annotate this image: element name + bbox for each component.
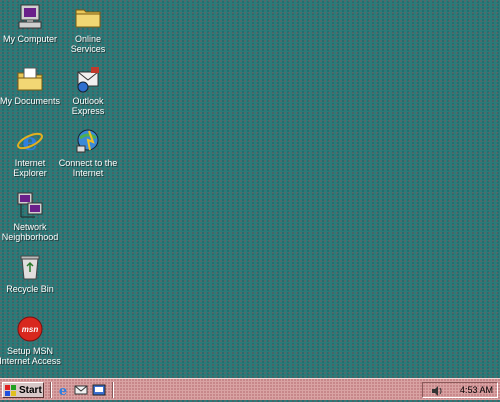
desktop-icon-label: My Documents: [0, 96, 61, 106]
desktop-icon-recycle-bin[interactable]: Recycle Bin: [0, 252, 61, 294]
desktop-icon-label: Connect to the Internet: [58, 158, 118, 178]
svg-text:e: e: [59, 384, 67, 397]
outlook-express-icon: [73, 64, 103, 94]
quicklaunch-show-desktop-icon[interactable]: [92, 383, 106, 397]
desktop-icon-label: Recycle Bin: [6, 284, 54, 294]
desktop-icon-connect-internet[interactable]: Connect to the Internet: [57, 126, 119, 178]
computer-icon: [15, 2, 45, 32]
clock[interactable]: 4:53 AM: [460, 385, 493, 395]
recycle-bin-icon: [15, 252, 45, 282]
desktop: My Computer Online Services My Documents: [0, 0, 500, 378]
quicklaunch-internet-explorer-icon[interactable]: e: [56, 383, 70, 399]
documents-folder-icon: [15, 64, 45, 94]
desktop-icon-label: Outlook Express: [71, 96, 105, 116]
taskbar-separator: [50, 382, 52, 398]
desktop-icon-setup-msn[interactable]: msn Setup MSN Internet Access: [0, 314, 61, 366]
quicklaunch-outlook-express-icon[interactable]: [74, 383, 88, 397]
folder-icon: [73, 2, 103, 32]
msn-icon: msn: [15, 314, 45, 344]
desktop-icon-label: My Computer: [2, 34, 57, 44]
desktop-icon-my-documents[interactable]: My Documents: [0, 64, 61, 106]
desktop-icon-my-computer[interactable]: My Computer: [0, 2, 61, 44]
taskbar: Start e 4:53 AM: [0, 378, 500, 400]
desktop-icon-label: Online Services: [70, 34, 106, 54]
svg-text:e: e: [22, 127, 37, 156]
desktop-icon-internet-explorer[interactable]: e Internet Explorer: [0, 126, 61, 178]
connect-internet-icon: [73, 126, 103, 156]
desktop-icon-outlook-express[interactable]: Outlook Express: [57, 64, 119, 116]
volume-icon[interactable]: [431, 384, 443, 396]
desktop-icon-label: Network Neighborhood: [1, 222, 59, 242]
desktop-icon-network-neighborhood[interactable]: Network Neighborhood: [0, 190, 61, 242]
desktop-icon-label: Setup MSN Internet Access: [0, 346, 61, 366]
taskbar-separator: [112, 382, 114, 398]
svg-text:msn: msn: [22, 325, 39, 334]
start-button[interactable]: Start: [2, 382, 44, 398]
desktop-icon-label: Internet Explorer: [13, 158, 47, 178]
system-tray: 4:53 AM: [422, 382, 498, 398]
windows-logo-icon: [5, 384, 17, 396]
start-label: Start: [19, 384, 42, 396]
internet-explorer-icon: e: [15, 126, 45, 156]
desktop-icon-online-services[interactable]: Online Services: [57, 2, 119, 54]
network-icon: [15, 190, 45, 220]
